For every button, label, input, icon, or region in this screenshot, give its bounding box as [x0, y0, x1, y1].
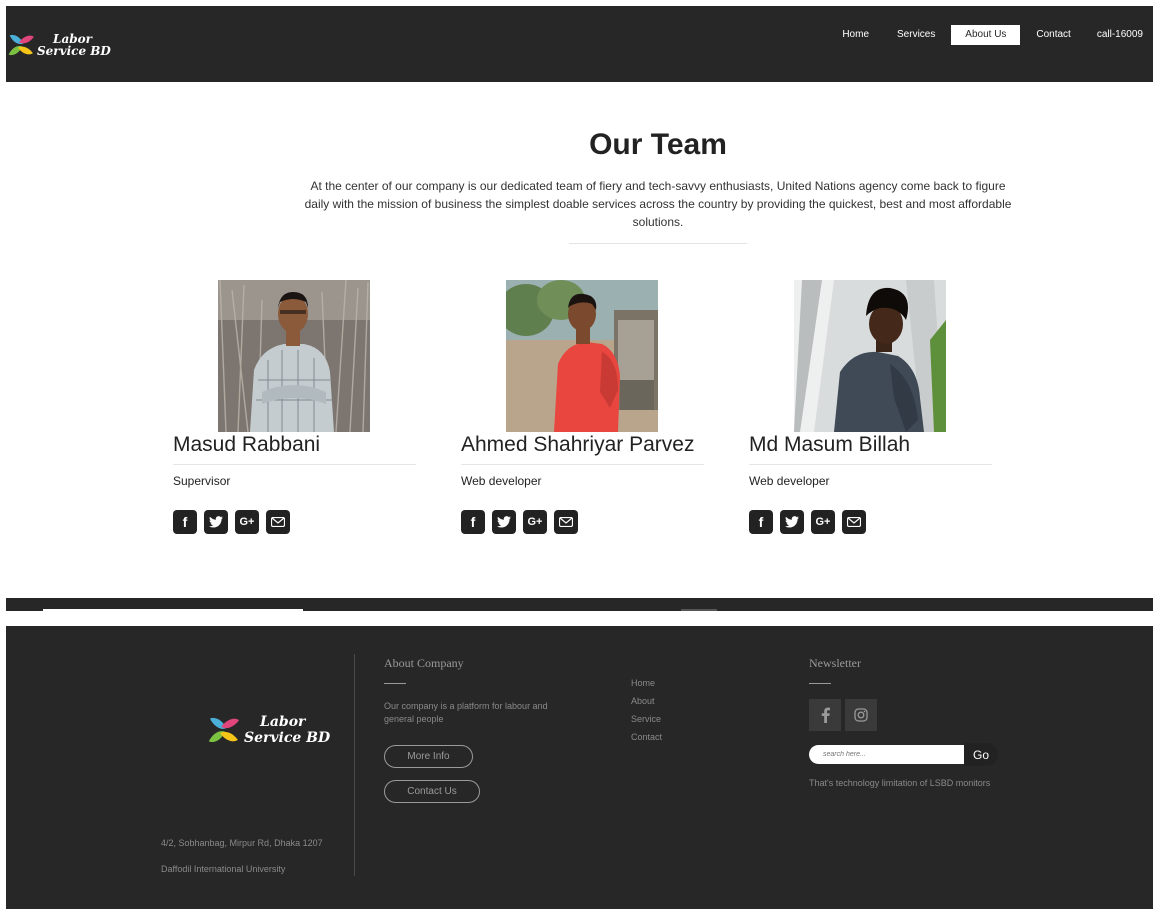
footer-links: Home About Service Contact [631, 678, 662, 750]
nav-services-link[interactable]: Services [887, 25, 945, 45]
member-socials: f G+ [173, 510, 290, 534]
leaves-logo-icon [8, 31, 35, 59]
footer-divider [354, 654, 355, 876]
member-role: Web developer [749, 474, 830, 488]
navbar: Labor Service BD Home Services About Us … [6, 6, 1153, 82]
logo-line2: Service BD [37, 44, 111, 58]
google-plus-icon[interactable]: G+ [811, 510, 835, 534]
facebook-icon[interactable] [809, 699, 841, 731]
more-info-button[interactable]: More Info [384, 745, 473, 768]
facebook-icon[interactable]: f [749, 510, 773, 534]
member-name: Md Masum Billah [749, 433, 911, 456]
nav-contact-link[interactable]: Contact [1026, 25, 1080, 45]
member-photo [794, 280, 946, 432]
footer-logo[interactable]: Labor Service BD [208, 713, 330, 747]
footer-university: Daffodil International University [161, 864, 286, 874]
separator-highlight [681, 609, 717, 611]
member-name: Ahmed Shahriyar Parvez [461, 433, 695, 456]
member-role: Supervisor [173, 474, 231, 488]
google-plus-icon[interactable]: G+ [235, 510, 259, 534]
twitter-icon[interactable] [780, 510, 804, 534]
site-logo[interactable]: Labor Service BD [8, 31, 111, 59]
member-divider [173, 464, 416, 465]
logo-line2: Service BD [244, 730, 331, 746]
title-divider [569, 243, 747, 244]
facebook-icon[interactable]: f [173, 510, 197, 534]
newsletter-search-input[interactable] [809, 745, 964, 764]
envelope-icon[interactable] [842, 510, 866, 534]
newsletter-go-button[interactable]: Go [964, 743, 998, 766]
nav-call-link[interactable]: call-16009 [1087, 25, 1153, 45]
google-plus-icon[interactable]: G+ [523, 510, 547, 534]
about-text: Our company is a platform for labour and… [384, 701, 548, 724]
logo-text: Labor Service BD [244, 714, 330, 746]
instagram-icon[interactable] [845, 699, 877, 731]
about-heading-underline [384, 683, 406, 684]
team-description: At the center of our company is our dedi… [304, 179, 1012, 229]
envelope-icon[interactable] [554, 510, 578, 534]
newsletter-heading-underline [809, 683, 831, 684]
footer-link-service[interactable]: Service [631, 714, 662, 732]
footer-address: 4/2, Sobhanbag, Mirpur Rd, Dhaka 1207 [161, 838, 323, 848]
leaves-logo-icon [208, 713, 241, 747]
newsletter-note: That's technology limitation of LSBD mon… [809, 778, 991, 788]
facebook-icon[interactable]: f [461, 510, 485, 534]
member-socials: f G+ [749, 510, 866, 534]
member-name: Masud Rabbani [173, 433, 321, 456]
nav-about-link[interactable]: About Us [951, 25, 1021, 45]
nav-links: Home Services About Us Contact call-1600… [826, 25, 1153, 45]
member-divider [461, 464, 704, 465]
separator-highlight [43, 609, 303, 611]
newsletter-heading: Newsletter [809, 656, 861, 670]
envelope-icon[interactable] [266, 510, 290, 534]
twitter-icon[interactable] [204, 510, 228, 534]
member-socials: f G+ [461, 510, 578, 534]
logo-text: Labor Service BD [37, 33, 111, 57]
logo-line1: Labor [260, 714, 306, 730]
member-photo [218, 280, 370, 432]
footer-link-contact[interactable]: Contact [631, 732, 662, 750]
member-divider [749, 464, 992, 465]
footer-link-home[interactable]: Home [631, 678, 662, 696]
team-title: Our Team [589, 128, 727, 161]
footer-link-about[interactable]: About [631, 696, 662, 714]
about-heading: About Company [384, 656, 464, 670]
member-photo [506, 280, 658, 432]
contact-us-button[interactable]: Contact Us [384, 780, 480, 803]
twitter-icon[interactable] [492, 510, 516, 534]
member-role: Web developer [461, 474, 542, 488]
nav-home-link[interactable]: Home [832, 25, 879, 45]
footer: Labor Service BD 4/2, Sobhanbag, Mirpur … [6, 626, 1153, 909]
page: Labor Service BD Home Services About Us … [0, 0, 1153, 909]
